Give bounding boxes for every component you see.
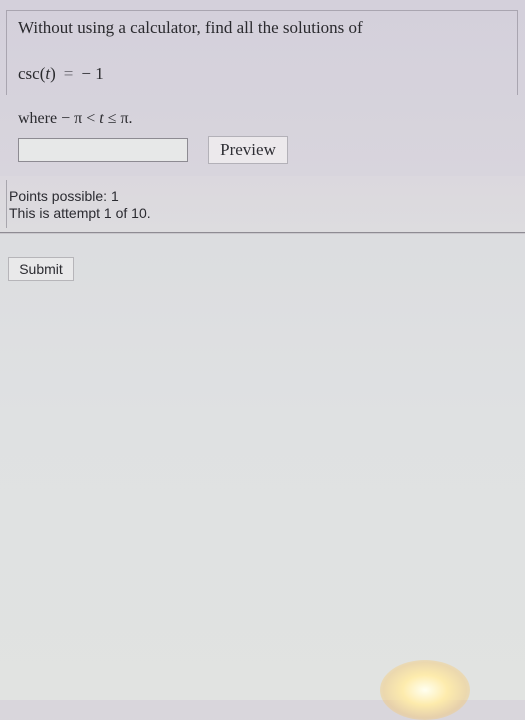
preview-button[interactable]: Preview: [208, 136, 288, 164]
domain-lower-bound: − π: [61, 110, 83, 127]
light-glare: [380, 660, 470, 720]
equation-function: csc(: [18, 64, 46, 83]
domain-condition: where − π < t ≤ π.: [18, 110, 133, 128]
equation-equals: =: [63, 64, 74, 83]
equation-value: − 1: [81, 64, 104, 83]
attempt-count: This is attempt 1 of 10.: [9, 205, 151, 221]
answer-input[interactable]: [18, 138, 188, 162]
submit-button[interactable]: Submit: [8, 257, 74, 281]
info-box: Points possible: 1 This is attempt 1 of …: [6, 180, 519, 228]
domain-word: where: [18, 110, 58, 127]
domain-less-than: <: [86, 110, 96, 127]
domain-less-equal: ≤: [107, 110, 117, 127]
equation-close-paren: ): [50, 64, 56, 83]
question-panel: Without using a calculator, find all the…: [0, 0, 525, 177]
domain-upper-bound: π.: [120, 110, 133, 127]
info-panel: Points possible: 1 This is attempt 1 of …: [0, 176, 525, 233]
equation: csc(t) = − 1: [18, 64, 104, 84]
points-possible: Points possible: 1: [9, 188, 119, 204]
question-prompt: Without using a calculator, find all the…: [18, 18, 363, 37]
domain-variable: t: [99, 110, 104, 127]
